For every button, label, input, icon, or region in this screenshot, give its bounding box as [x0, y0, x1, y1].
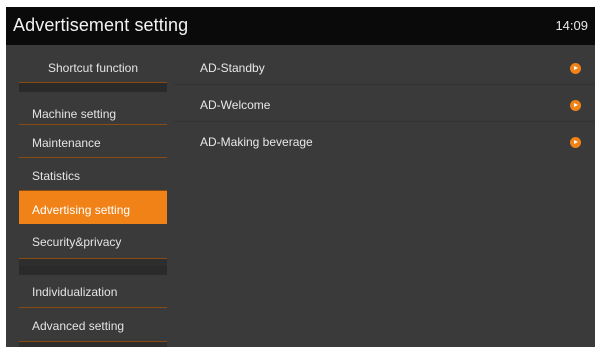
sidebar-item-label: Security&privacy [32, 235, 122, 249]
sidebar-item-label: Individualization [32, 285, 118, 299]
sidebar-item-shortcut-function[interactable]: Shortcut function [19, 52, 167, 83]
list-item-label: AD-Standby [200, 61, 265, 75]
list-item-ad-standby[interactable]: AD-Standby [174, 52, 595, 85]
sidebar-item-label: Machine setting [32, 107, 117, 121]
main-content: AD-Standby AD-Welcome AD-Making beverage [174, 52, 595, 347]
screen: Advertisement setting 14:09 Shortcut fun… [6, 7, 595, 347]
sidebar-divider [19, 83, 167, 92]
sidebar: Shortcut function Machine setting Mainte… [19, 52, 167, 347]
sidebar-item-advanced-setting[interactable]: Advanced setting [19, 308, 167, 342]
page-title: Advertisement setting [13, 15, 189, 35]
chevron-right-circle-icon [570, 63, 581, 74]
sidebar-item-label: Shortcut function [47, 61, 139, 75]
list-item-ad-welcome[interactable]: AD-Welcome [174, 89, 595, 122]
sidebar-item-individualization[interactable]: Individualization [19, 275, 167, 308]
chevron-right-circle-icon [570, 100, 581, 111]
list-item-ad-making-beverage[interactable]: AD-Making beverage [174, 126, 595, 159]
title-bar: Advertisement setting 14:09 [6, 7, 595, 45]
list-item-label: AD-Making beverage [200, 135, 313, 149]
sidebar-item-statistics[interactable]: Statistics [19, 158, 167, 191]
sidebar-item-label: Statistics [32, 169, 81, 183]
sidebar-divider [19, 266, 167, 275]
list-item-label: AD-Welcome [200, 98, 271, 112]
sidebar-item-machine-setting[interactable]: Machine setting [19, 92, 167, 125]
sidebar-item-advertising-setting[interactable]: Advertising setting [19, 191, 167, 224]
clock: 14:09 [555, 18, 588, 33]
sidebar-item-label: Advanced setting [32, 319, 125, 333]
sidebar-item-maintenance[interactable]: Maintenance [19, 125, 167, 158]
sidebar-item-label: Advertising setting [32, 203, 131, 217]
sidebar-item-security-privacy[interactable]: Security&privacy [19, 224, 167, 259]
chevron-right-circle-icon [570, 137, 581, 148]
sidebar-item-label: Maintenance [32, 136, 101, 150]
